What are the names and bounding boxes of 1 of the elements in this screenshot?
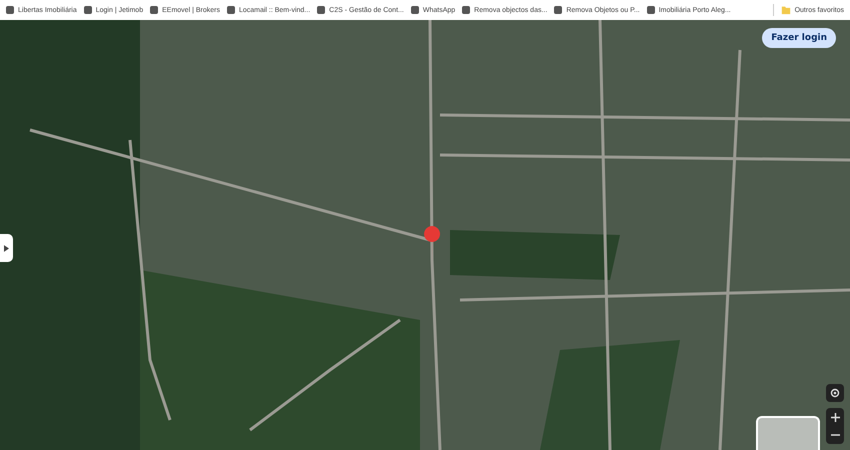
sign-in-button[interactable]: Fazer login	[762, 28, 836, 48]
